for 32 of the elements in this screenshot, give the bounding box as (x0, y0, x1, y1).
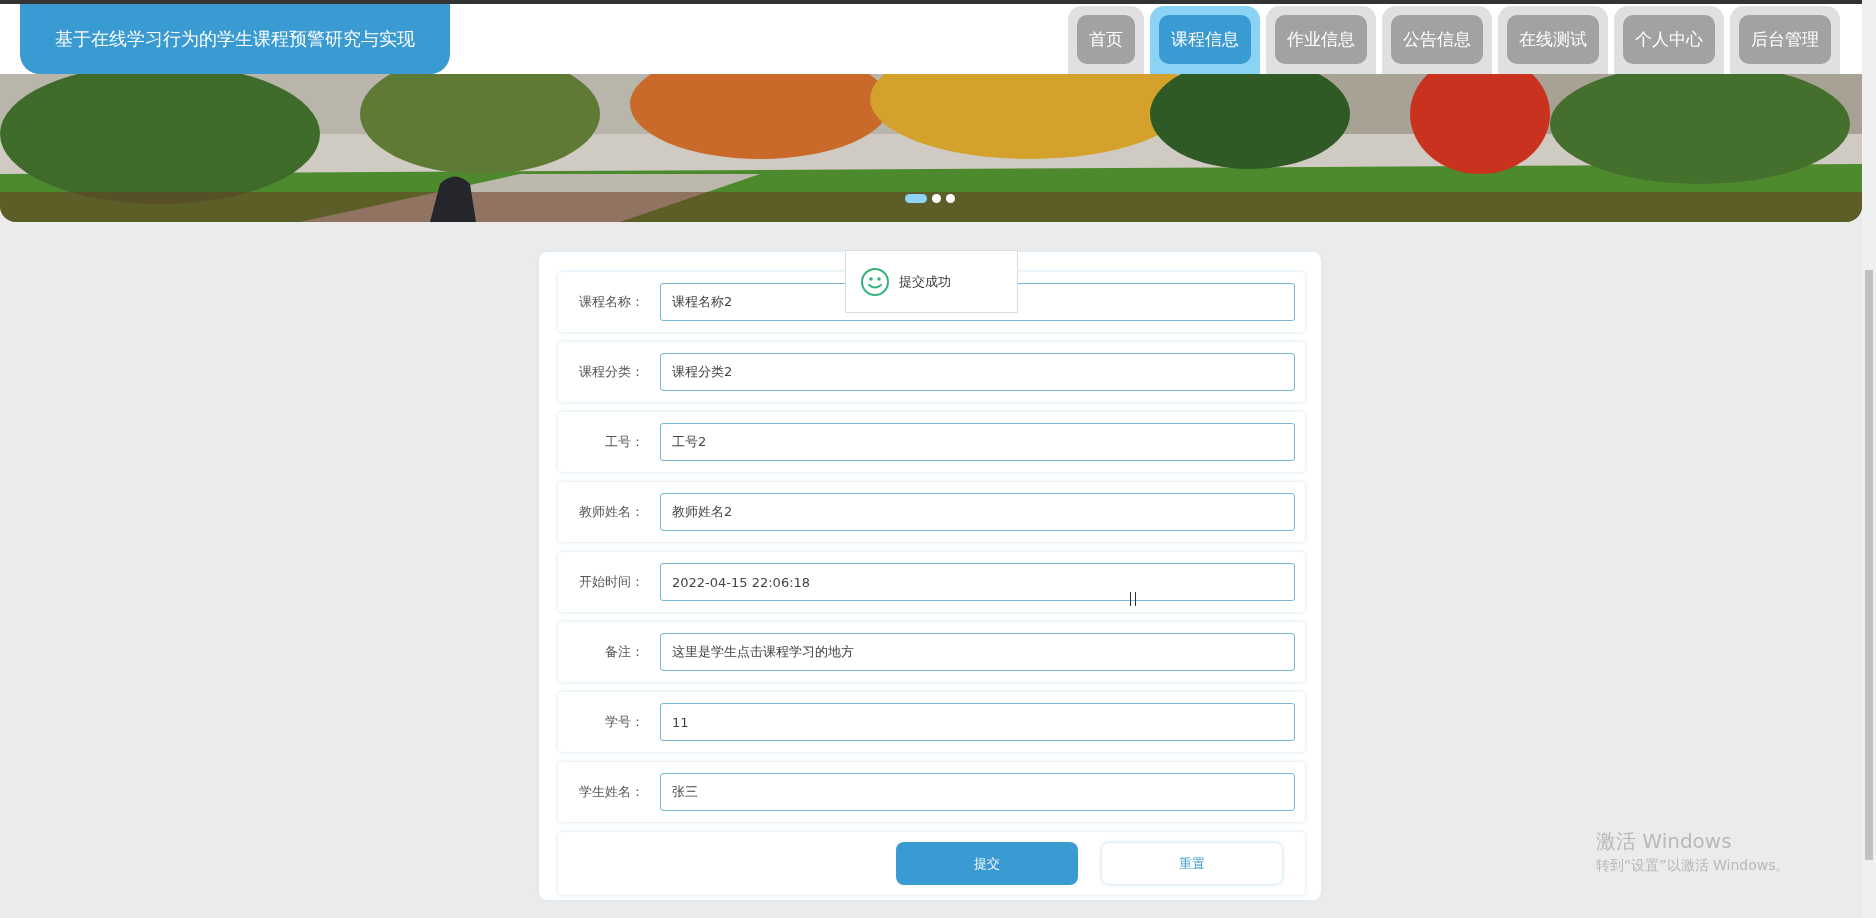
smiley-icon (860, 266, 890, 297)
carousel-dot[interactable] (946, 194, 955, 203)
nav-tab[interactable]: 在线测试 (1507, 15, 1599, 64)
field-label: 教师姓名： (578, 503, 644, 521)
field-label: 开始时间： (578, 573, 644, 591)
field-label: 课程名称： (578, 293, 644, 311)
scrollbar[interactable] (1862, 0, 1876, 918)
carousel-dot[interactable] (932, 194, 941, 203)
nav-tab[interactable]: 首页 (1077, 15, 1135, 64)
nav-tab[interactable]: 个人中心 (1623, 15, 1715, 64)
scrollbar-thumb[interactable] (1865, 270, 1873, 860)
nav-tab[interactable]: 课程信息 (1159, 15, 1251, 64)
field-label: 工号： (604, 433, 644, 451)
site-title: 基于在线学习行为的学生课程预警研究与实现 (20, 4, 450, 74)
input-field[interactable]: 张三 (660, 773, 1295, 811)
input-field[interactable]: 11 (660, 703, 1295, 741)
reset-button[interactable]: 重置 (1101, 842, 1283, 885)
input-field[interactable]: 2022-04-15 22:06:18 (660, 563, 1295, 601)
nav-tab[interactable]: 公告信息 (1391, 15, 1483, 64)
field-label: 学生姓名： (578, 783, 644, 801)
input-field[interactable]: 工号2 (660, 423, 1295, 461)
field-label: 学号： (604, 713, 644, 731)
nav-tab[interactable]: 后台管理 (1739, 15, 1831, 64)
text-cursor-icon (1130, 592, 1136, 606)
input-field[interactable]: 课程分类2 (660, 353, 1295, 391)
toast-message: 提交成功 (899, 272, 951, 291)
submit-button[interactable]: 提交 (896, 842, 1078, 885)
field-label: 课程分类： (578, 363, 644, 381)
input-field[interactable]: 教师姓名2 (660, 493, 1295, 531)
input-field[interactable]: 这里是学生点击课程学习的地方 (660, 633, 1295, 671)
field-label: 备注： (604, 643, 644, 661)
nav-tab[interactable]: 作业信息 (1275, 15, 1367, 64)
